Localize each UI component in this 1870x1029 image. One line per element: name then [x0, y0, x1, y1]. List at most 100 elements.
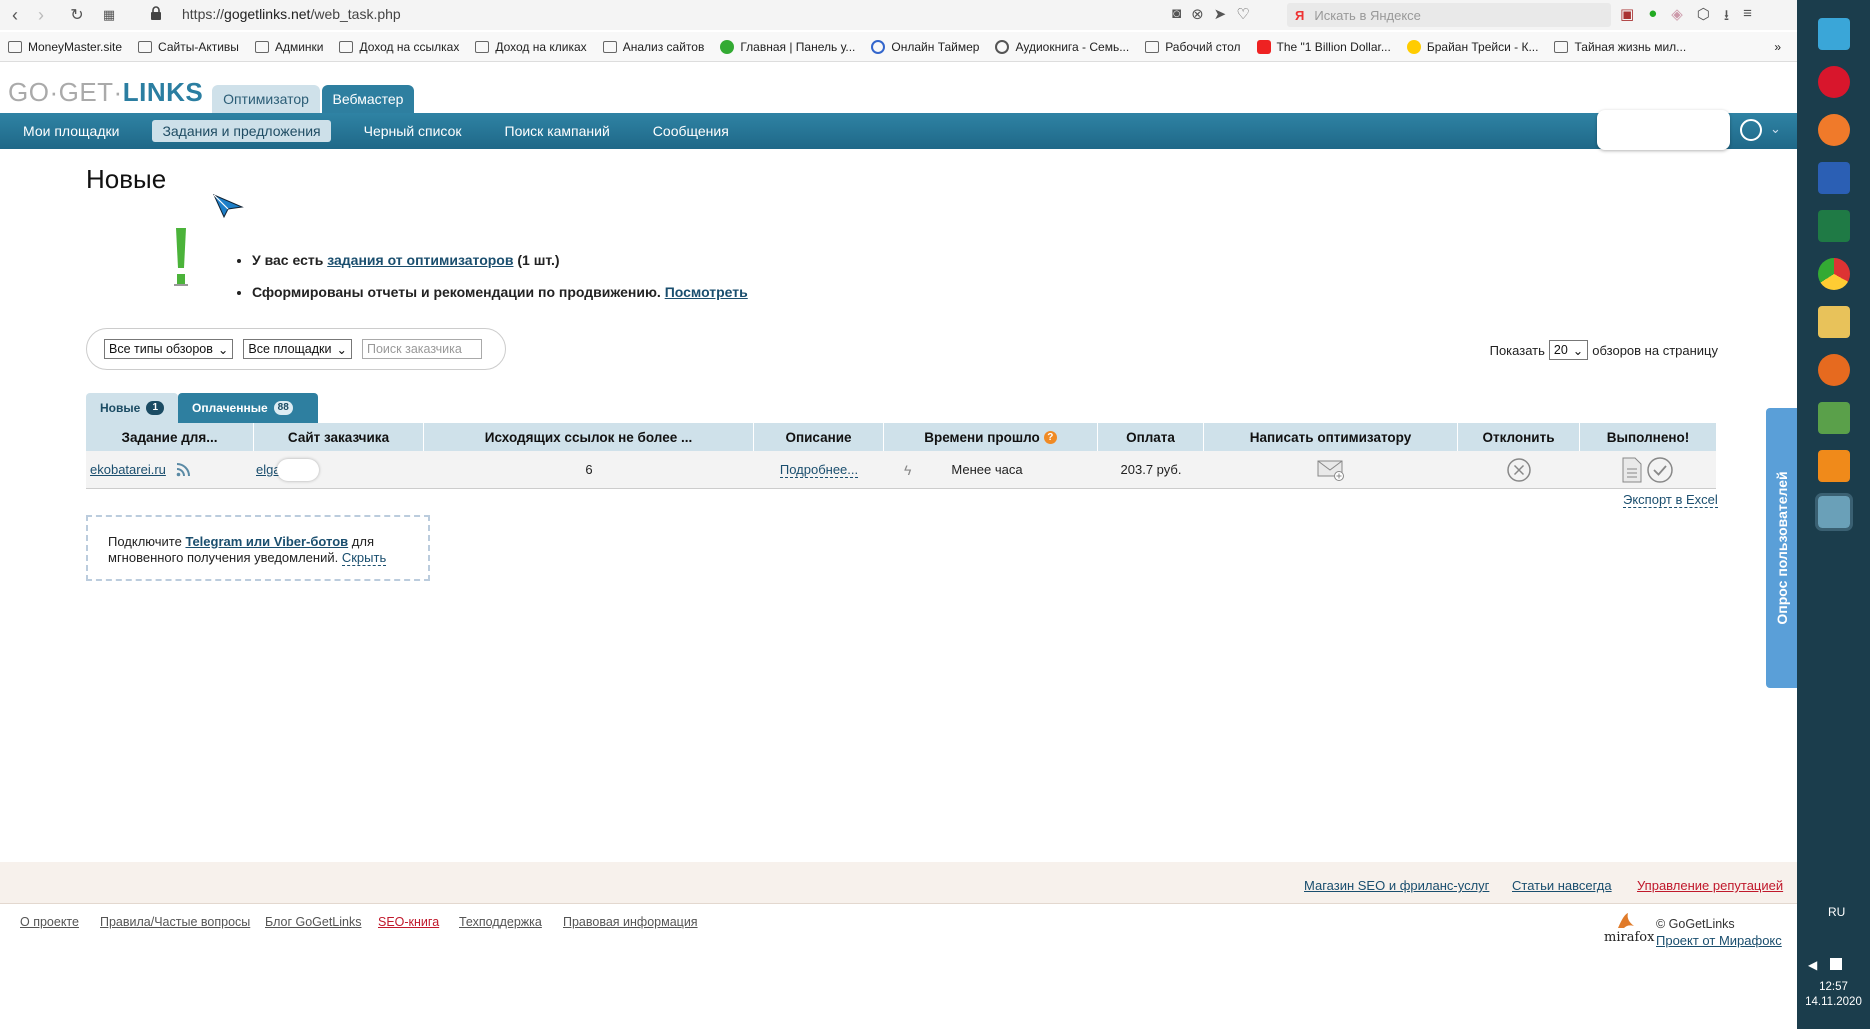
eye-app-icon[interactable]: [1818, 114, 1850, 146]
mirafox-project-link[interactable]: Проект от Мирафокс: [1656, 933, 1782, 948]
decline-icon[interactable]: [1506, 457, 1532, 483]
bookmark-item[interactable]: Брайан Трейси - К...: [1399, 39, 1547, 54]
nav-messages[interactable]: Сообщения: [643, 120, 739, 142]
nav-blacklist[interactable]: Черный список: [354, 120, 472, 142]
telegram-bots-link[interactable]: Telegram или Viber-ботов: [185, 534, 348, 549]
app-icon[interactable]: [1818, 402, 1850, 434]
box-icon[interactable]: ⬡: [1697, 5, 1710, 30]
envelope-icon[interactable]: [1317, 459, 1345, 481]
explorer-icon[interactable]: [1818, 306, 1850, 338]
media-icon[interactable]: [1818, 18, 1850, 50]
vlc-icon[interactable]: [1818, 450, 1850, 482]
bookmark-item[interactable]: Онлайн Таймер: [863, 39, 987, 54]
menu-icon[interactable]: ≡: [1743, 5, 1752, 30]
user-icon[interactable]: [1740, 119, 1762, 141]
col-time-elapsed[interactable]: Времени прошло?: [884, 423, 1098, 451]
bookmark-item[interactable]: Главная | Панель у...: [712, 39, 863, 54]
tab-new[interactable]: Новые 1: [86, 393, 178, 423]
lightning-icon: ϟ: [904, 461, 912, 478]
send-icon[interactable]: ➤: [1214, 5, 1227, 23]
footer-link-legal[interactable]: Правовая информация: [563, 915, 698, 929]
remote-desktop-icon[interactable]: [1815, 493, 1853, 531]
per-page-select[interactable]: 20 ⌄: [1548, 340, 1589, 360]
volume-icon[interactable]: ◀: [1808, 958, 1817, 972]
footer-link-about[interactable]: О проекте: [20, 915, 79, 929]
header-search-box[interactable]: [1597, 110, 1730, 150]
nav-my-sites[interactable]: Мои площадки: [13, 120, 129, 142]
footer-link-articles[interactable]: Статьи навсегда: [1512, 878, 1612, 893]
firefox-icon[interactable]: [1818, 354, 1850, 386]
sites-select[interactable]: Все площадки ⌄: [243, 339, 352, 359]
mirafox-logo[interactable]: mirafox: [1604, 912, 1654, 945]
view-reports-link[interactable]: Посмотреть: [665, 284, 748, 300]
tasks-from-optimizers-link[interactable]: задания от оптимизаторов: [327, 252, 513, 268]
cell-elapsed: ϟ Менее часа: [904, 461, 1023, 478]
footer-link-support[interactable]: Техподдержка: [459, 915, 542, 929]
bookmark-item[interactable]: Анализ сайтов: [595, 40, 713, 54]
opera-icon[interactable]: [1818, 66, 1850, 98]
tab-webmaster[interactable]: Вебмастер: [322, 85, 414, 113]
footer-link-seo-book[interactable]: SEO-книга: [378, 915, 439, 929]
block-icon[interactable]: ⊗: [1191, 5, 1204, 23]
bookmark-item[interactable]: Аудиокнига - Семь...: [987, 39, 1137, 54]
download-icon[interactable]: ⭳: [1724, 5, 1729, 30]
done-check-icon[interactable]: [1646, 456, 1674, 484]
help-icon[interactable]: ?: [1043, 430, 1057, 444]
bookmark-item[interactable]: Доход на ссылках: [331, 40, 467, 54]
col-task-for[interactable]: Задание для...: [86, 423, 254, 451]
task-site-link[interactable]: ekobatarei.ru: [90, 462, 166, 477]
yandex-search-input[interactable]: Я Искать в Яндексе: [1287, 3, 1611, 27]
count-badge: 88: [273, 401, 293, 415]
footer-link-blog[interactable]: Блог GoGetLinks: [265, 915, 361, 929]
clock[interactable]: 12:57 14.11.2020: [1797, 980, 1870, 1010]
bookmark-item[interactable]: Админки: [247, 40, 332, 54]
excel-icon[interactable]: [1818, 210, 1850, 242]
export-excel-link[interactable]: Экспорт в Excel: [1623, 492, 1718, 508]
site-logo[interactable]: GO·GET·LINKS: [8, 77, 203, 108]
extension-icon[interactable]: ▣: [1620, 5, 1634, 30]
extension-icon[interactable]: ◈: [1671, 5, 1683, 30]
tab-paid[interactable]: Оплаченные 88: [178, 393, 318, 423]
nav-tasks[interactable]: Задания и предложения: [152, 120, 331, 142]
extension-icon[interactable]: ●: [1648, 5, 1657, 30]
chrome-icon[interactable]: [1818, 258, 1850, 290]
cell-customer: elgaz: [254, 451, 424, 488]
bookmark-item[interactable]: Сайты-Активы: [130, 40, 247, 54]
col-customer-site[interactable]: Сайт заказчика: [254, 423, 424, 451]
flag-icon[interactable]: [1830, 958, 1842, 970]
reload-icon[interactable]: ↻: [64, 2, 90, 28]
forward-icon[interactable]: ›: [28, 2, 54, 28]
language-indicator[interactable]: RU: [1828, 905, 1845, 919]
camera-icon[interactable]: ◙: [1172, 5, 1181, 23]
col-outgoing-links[interactable]: Исходящих ссылок не более ...: [424, 423, 754, 451]
bookmark-item[interactable]: MoneyMaster.site: [0, 40, 130, 54]
rss-icon[interactable]: [176, 462, 190, 477]
review-type-select[interactable]: Все типы обзоров ⌄: [104, 339, 234, 359]
footer-link-reputation[interactable]: Управление репутацией: [1637, 878, 1783, 893]
speed-dial-icon[interactable]: ▦: [96, 2, 122, 28]
tab-optimizer[interactable]: Оптимизатор: [212, 85, 320, 113]
nav-campaign-search[interactable]: Поиск кампаний: [495, 120, 620, 142]
bookmark-item[interactable]: Тайная жизнь мил...: [1546, 40, 1694, 54]
bookmarks-more[interactable]: »: [1766, 40, 1789, 54]
address-bar[interactable]: https://gogetlinks.net/web_task.php: [182, 6, 401, 22]
bookmark-item[interactable]: The "1 Billion Dollar...: [1249, 39, 1399, 54]
details-link[interactable]: Подробнее...: [779, 462, 859, 478]
heart-icon[interactable]: ♡: [1236, 5, 1249, 23]
chevron-down-icon[interactable]: ⌄: [1770, 121, 1781, 137]
hide-link[interactable]: Скрыть: [341, 550, 387, 566]
back-icon[interactable]: ‹: [2, 2, 28, 28]
bookmark-item[interactable]: Доход на кликах: [467, 40, 594, 54]
document-icon[interactable]: [1622, 457, 1642, 483]
footer-link-seo-shop[interactable]: Магазин SEO и фриланс-услуг: [1304, 878, 1489, 893]
customer-search-input[interactable]: Поиск заказчика: [362, 339, 482, 359]
cell-description: Подробнее...: [754, 451, 884, 488]
survey-side-tab[interactable]: Опрос пользователей: [1766, 408, 1797, 688]
folder-icon: [602, 40, 617, 53]
site-icon: [720, 39, 735, 54]
bookmark-item[interactable]: Рабочий стол: [1137, 40, 1248, 54]
notice-item: У вас есть задания от оптимизаторов (1 ш…: [252, 244, 748, 276]
word-icon[interactable]: [1818, 162, 1850, 194]
footer-link-rules[interactable]: Правила/Частые вопросы: [100, 915, 250, 929]
col-payment[interactable]: Оплата: [1098, 423, 1204, 451]
